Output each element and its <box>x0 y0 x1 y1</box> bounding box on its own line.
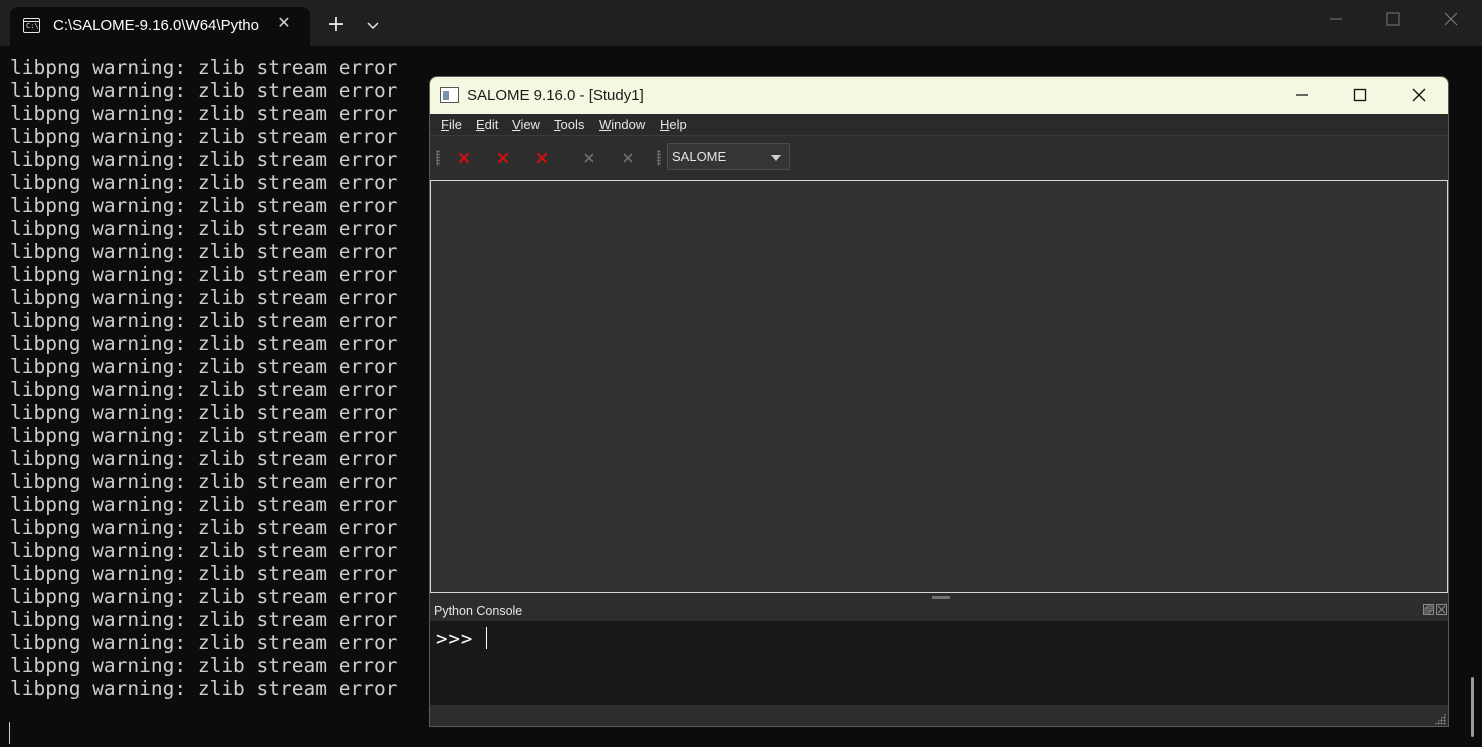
terminal-line: libpng warning: zlib stream error <box>10 447 398 470</box>
terminal-line: libpng warning: zlib stream error <box>10 424 398 447</box>
toolbar-grip[interactable] <box>657 150 661 166</box>
resize-grip[interactable] <box>1434 713 1446 725</box>
main-toolbar: SALOME <box>430 136 1448 180</box>
terminal-line: libpng warning: zlib stream error <box>10 470 398 493</box>
menu-bar: File Edit View Tools Window Help <box>430 114 1448 136</box>
terminal-line: libpng warning: zlib stream error <box>10 240 398 263</box>
terminal-line: libpng warning: zlib stream error <box>10 654 398 677</box>
terminal-tab[interactable]: C:\ C:\SALOME-9.16.0\W64\Pytho ✕ <box>10 7 310 46</box>
terminal-line: libpng warning: zlib stream error <box>10 102 398 125</box>
module-selector[interactable]: SALOME <box>667 143 790 170</box>
terminal-line: libpng warning: zlib stream error <box>10 125 398 148</box>
menu-edit[interactable]: Edit <box>476 117 498 132</box>
module-selector-value: SALOME <box>672 149 727 164</box>
terminal-line: libpng warning: zlib stream error <box>10 217 398 240</box>
salome-window: SALOME 9.16.0 - [Study1] File Edit View … <box>429 76 1449 727</box>
terminal-line: libpng warning: zlib stream error <box>10 608 398 631</box>
python-console-title: Python Console <box>434 604 523 618</box>
close-red-icon[interactable] <box>531 147 553 169</box>
terminal-line: libpng warning: zlib stream error <box>10 493 398 516</box>
terminal-line: libpng warning: zlib stream error <box>10 286 398 309</box>
terminal-line: libpng warning: zlib stream error <box>10 677 398 700</box>
close-disabled-icon[interactable] <box>617 147 639 169</box>
menu-window[interactable]: Window <box>599 117 645 132</box>
close-disabled-icon[interactable] <box>578 147 600 169</box>
terminal-line: libpng warning: zlib stream error <box>10 148 398 171</box>
dropdown-arrow-icon <box>771 155 781 161</box>
terminal-line: libpng warning: zlib stream error <box>10 263 398 286</box>
terminal-scrollbar[interactable] <box>1471 677 1474 737</box>
workspace-area[interactable] <box>430 180 1448 593</box>
terminal-line: libpng warning: zlib stream error <box>10 79 398 102</box>
console-prompt: >>> <box>436 628 474 650</box>
status-bar <box>430 705 1448 726</box>
terminal-line: libpng warning: zlib stream error <box>10 194 398 217</box>
close-red-icon[interactable] <box>492 147 514 169</box>
menu-tools[interactable]: Tools <box>554 117 584 132</box>
menu-file[interactable]: File <box>441 117 462 132</box>
salome-titlebar[interactable]: SALOME 9.16.0 - [Study1] <box>430 77 1448 114</box>
python-console[interactable]: >>> <box>430 621 1448 705</box>
close-red-icon[interactable] <box>453 147 475 169</box>
terminal-maximize-button[interactable] <box>1373 8 1413 34</box>
terminal-output: libpng warning: zlib stream error libpng … <box>10 56 420 736</box>
salome-maximize-button[interactable] <box>1337 82 1383 110</box>
salome-minimize-button[interactable] <box>1279 82 1325 110</box>
terminal-line: libpng warning: zlib stream error <box>10 562 398 585</box>
terminal-line: libpng warning: zlib stream error <box>10 332 398 355</box>
terminal-line: libpng warning: zlib stream error <box>10 631 398 654</box>
terminal-icon: C:\ <box>23 18 40 33</box>
menu-help[interactable]: Help <box>660 117 687 132</box>
float-dock-icon[interactable] <box>1423 604 1434 615</box>
tab-title: C:\SALOME-9.16.0\W64\Pytho <box>53 17 259 34</box>
salome-close-button[interactable] <box>1396 82 1442 110</box>
terminal-minimize-button[interactable] <box>1316 8 1356 34</box>
terminal-line: libpng warning: zlib stream error <box>10 585 398 608</box>
terminal-line: libpng warning: zlib stream error <box>10 401 398 424</box>
terminal-line: libpng warning: zlib stream error <box>10 309 398 332</box>
terminal-line: libpng warning: zlib stream error <box>10 539 398 562</box>
terminal-line: libpng warning: zlib stream error <box>10 378 398 401</box>
terminal-close-button[interactable] <box>1431 8 1471 34</box>
terminal-line: libpng warning: zlib stream error <box>10 355 398 378</box>
chevron-down-icon[interactable] <box>362 16 384 36</box>
terminal-line: libpng warning: zlib stream error <box>10 56 398 79</box>
dock-splitter[interactable] <box>932 596 950 599</box>
salome-app-icon <box>440 87 459 103</box>
new-tab-button[interactable]: + <box>324 14 348 38</box>
console-cursor <box>486 627 487 649</box>
menu-view[interactable]: View <box>512 117 540 132</box>
terminal-line: libpng warning: zlib stream error <box>10 171 398 194</box>
close-dock-icon[interactable] <box>1436 604 1447 615</box>
terminal-cursor <box>9 722 10 744</box>
terminal-line: libpng warning: zlib stream error <box>10 516 398 539</box>
salome-window-title: SALOME 9.16.0 - [Study1] <box>467 87 644 104</box>
toolbar-grip[interactable] <box>436 150 440 166</box>
terminal-titlebar: C:\ C:\SALOME-9.16.0\W64\Pytho ✕ + <box>0 0 1482 46</box>
terminal-icon-text: C:\ <box>26 22 39 30</box>
tab-close-icon[interactable]: ✕ <box>274 14 294 34</box>
